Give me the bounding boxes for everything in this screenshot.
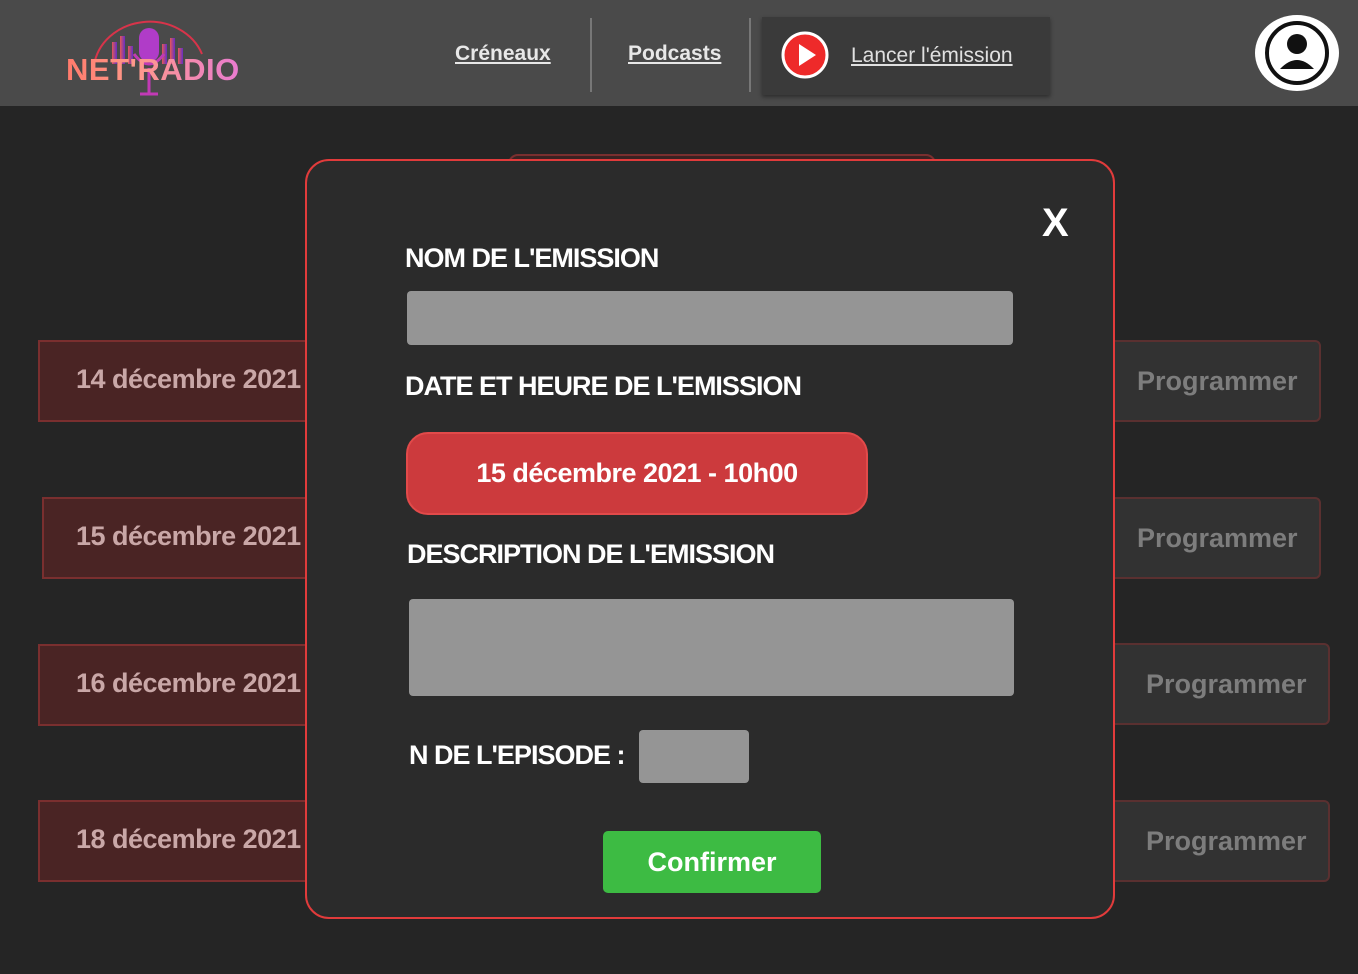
play-circle-icon (781, 31, 829, 79)
show-name-input[interactable] (407, 291, 1013, 345)
show-description-label: DESCRIPTION DE L'EMISSION (407, 539, 775, 569)
top-navbar: NET'RADIO Créneaux Podcasts Lancer l'émi… (0, 0, 1358, 106)
program-button-label: Programmer (1146, 826, 1307, 856)
confirm-button-label: Confirmer (647, 847, 777, 877)
show-datetime-label: DATE ET HEURE DE L'EMISSION (405, 371, 802, 401)
program-button[interactable]: Programmer (1100, 497, 1321, 579)
date-cell: 15 décembre 2021 (42, 497, 318, 579)
schedule-show-modal: X NOM DE L'EMISSION DATE ET HEURE DE L'E… (305, 159, 1115, 919)
nav-link-creneaux[interactable]: Créneaux (455, 42, 551, 66)
confirm-button[interactable]: Confirmer (603, 831, 821, 893)
program-button[interactable]: Programmer (1100, 340, 1321, 422)
episode-number-input[interactable] (639, 730, 749, 783)
launch-broadcast-label: Lancer l'émission (851, 44, 1013, 67)
nav-divider (749, 18, 751, 92)
user-avatar-button[interactable] (1255, 15, 1339, 91)
program-button-label: Programmer (1137, 523, 1298, 553)
launch-broadcast-button[interactable]: Lancer l'émission (762, 17, 1050, 95)
date-cell: 18 décembre 2021 (38, 800, 318, 882)
nav-divider (590, 18, 592, 92)
date-label: 16 décembre 2021 (76, 668, 301, 698)
close-modal-button[interactable]: X (1042, 201, 1069, 246)
netradio-logo[interactable]: NET'RADIO (62, 8, 252, 100)
date-label: 18 décembre 2021 (76, 824, 301, 854)
episode-number-label: N DE L'EPISODE : (409, 740, 625, 770)
show-datetime-picker[interactable]: 15 décembre 2021 - 10h00 (406, 432, 868, 515)
nav-link-podcasts[interactable]: Podcasts (628, 42, 721, 66)
show-datetime-value: 15 décembre 2021 - 10h00 (476, 458, 798, 488)
date-cell: 16 décembre 2021 (38, 644, 318, 726)
show-name-label: NOM DE L'EMISSION (405, 243, 659, 273)
date-label: 14 décembre 2021 (76, 364, 301, 394)
program-button[interactable]: Programmer (1100, 643, 1330, 725)
show-description-textarea[interactable] (409, 599, 1014, 696)
logo-text: NET'RADIO (66, 52, 240, 87)
date-label: 15 décembre 2021 (76, 521, 301, 551)
program-button[interactable]: Programmer (1100, 800, 1330, 882)
program-button-label: Programmer (1146, 669, 1307, 699)
program-button-label: Programmer (1137, 366, 1298, 396)
date-cell: 14 décembre 2021 (38, 340, 318, 422)
user-avatar-icon (1265, 21, 1329, 85)
